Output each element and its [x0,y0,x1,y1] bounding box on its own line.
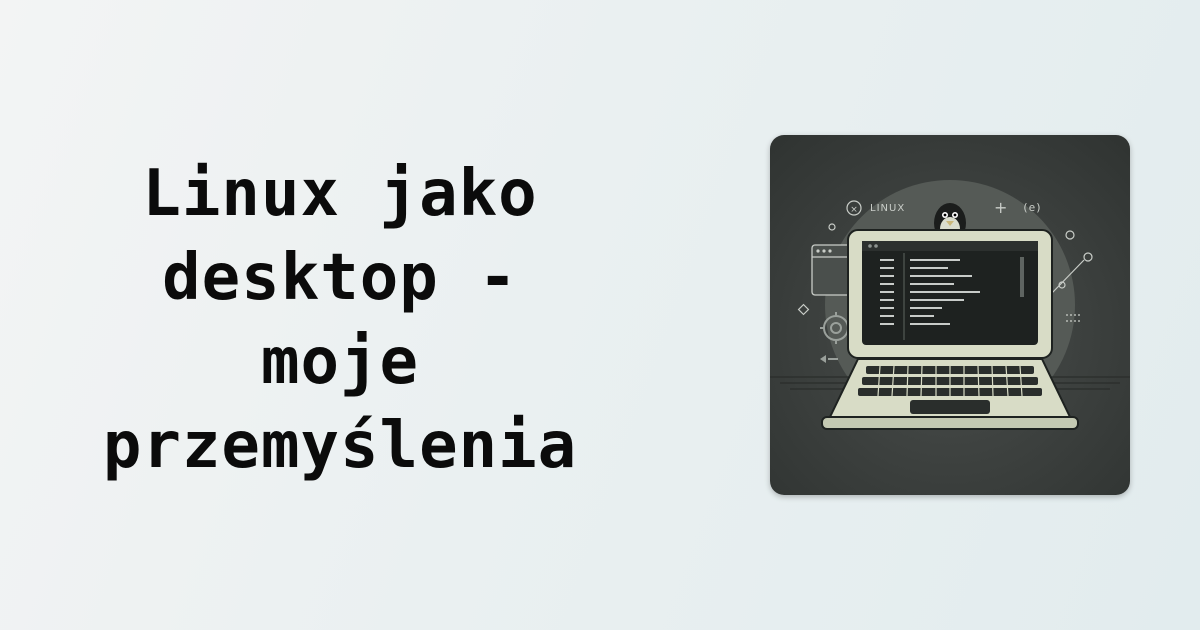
title-line-4: przemyślenia [102,409,578,483]
title-line-2: desktop - [162,241,518,315]
title-container: Linux jako desktop - moje przemyślenia [30,150,650,490]
title-line-3: moje [260,325,420,399]
corner-symbol: (e) [1022,201,1042,214]
plus-icon: + [994,198,1007,217]
title-line-1: Linux jako [142,157,538,231]
page-title: Linux jako desktop - moje przemyślenia [103,152,577,488]
touchpad [910,400,990,414]
laptop-illustration: × LINUX + (e) [770,180,1130,430]
linux-label: LINUX [870,203,905,214]
laptop-screen [847,229,1053,359]
linux-badge: × LINUX [846,200,905,216]
illustration-card: × LINUX + (e) [770,135,1130,495]
svg-text:×: × [850,205,858,215]
arrows-decoration [820,355,838,363]
